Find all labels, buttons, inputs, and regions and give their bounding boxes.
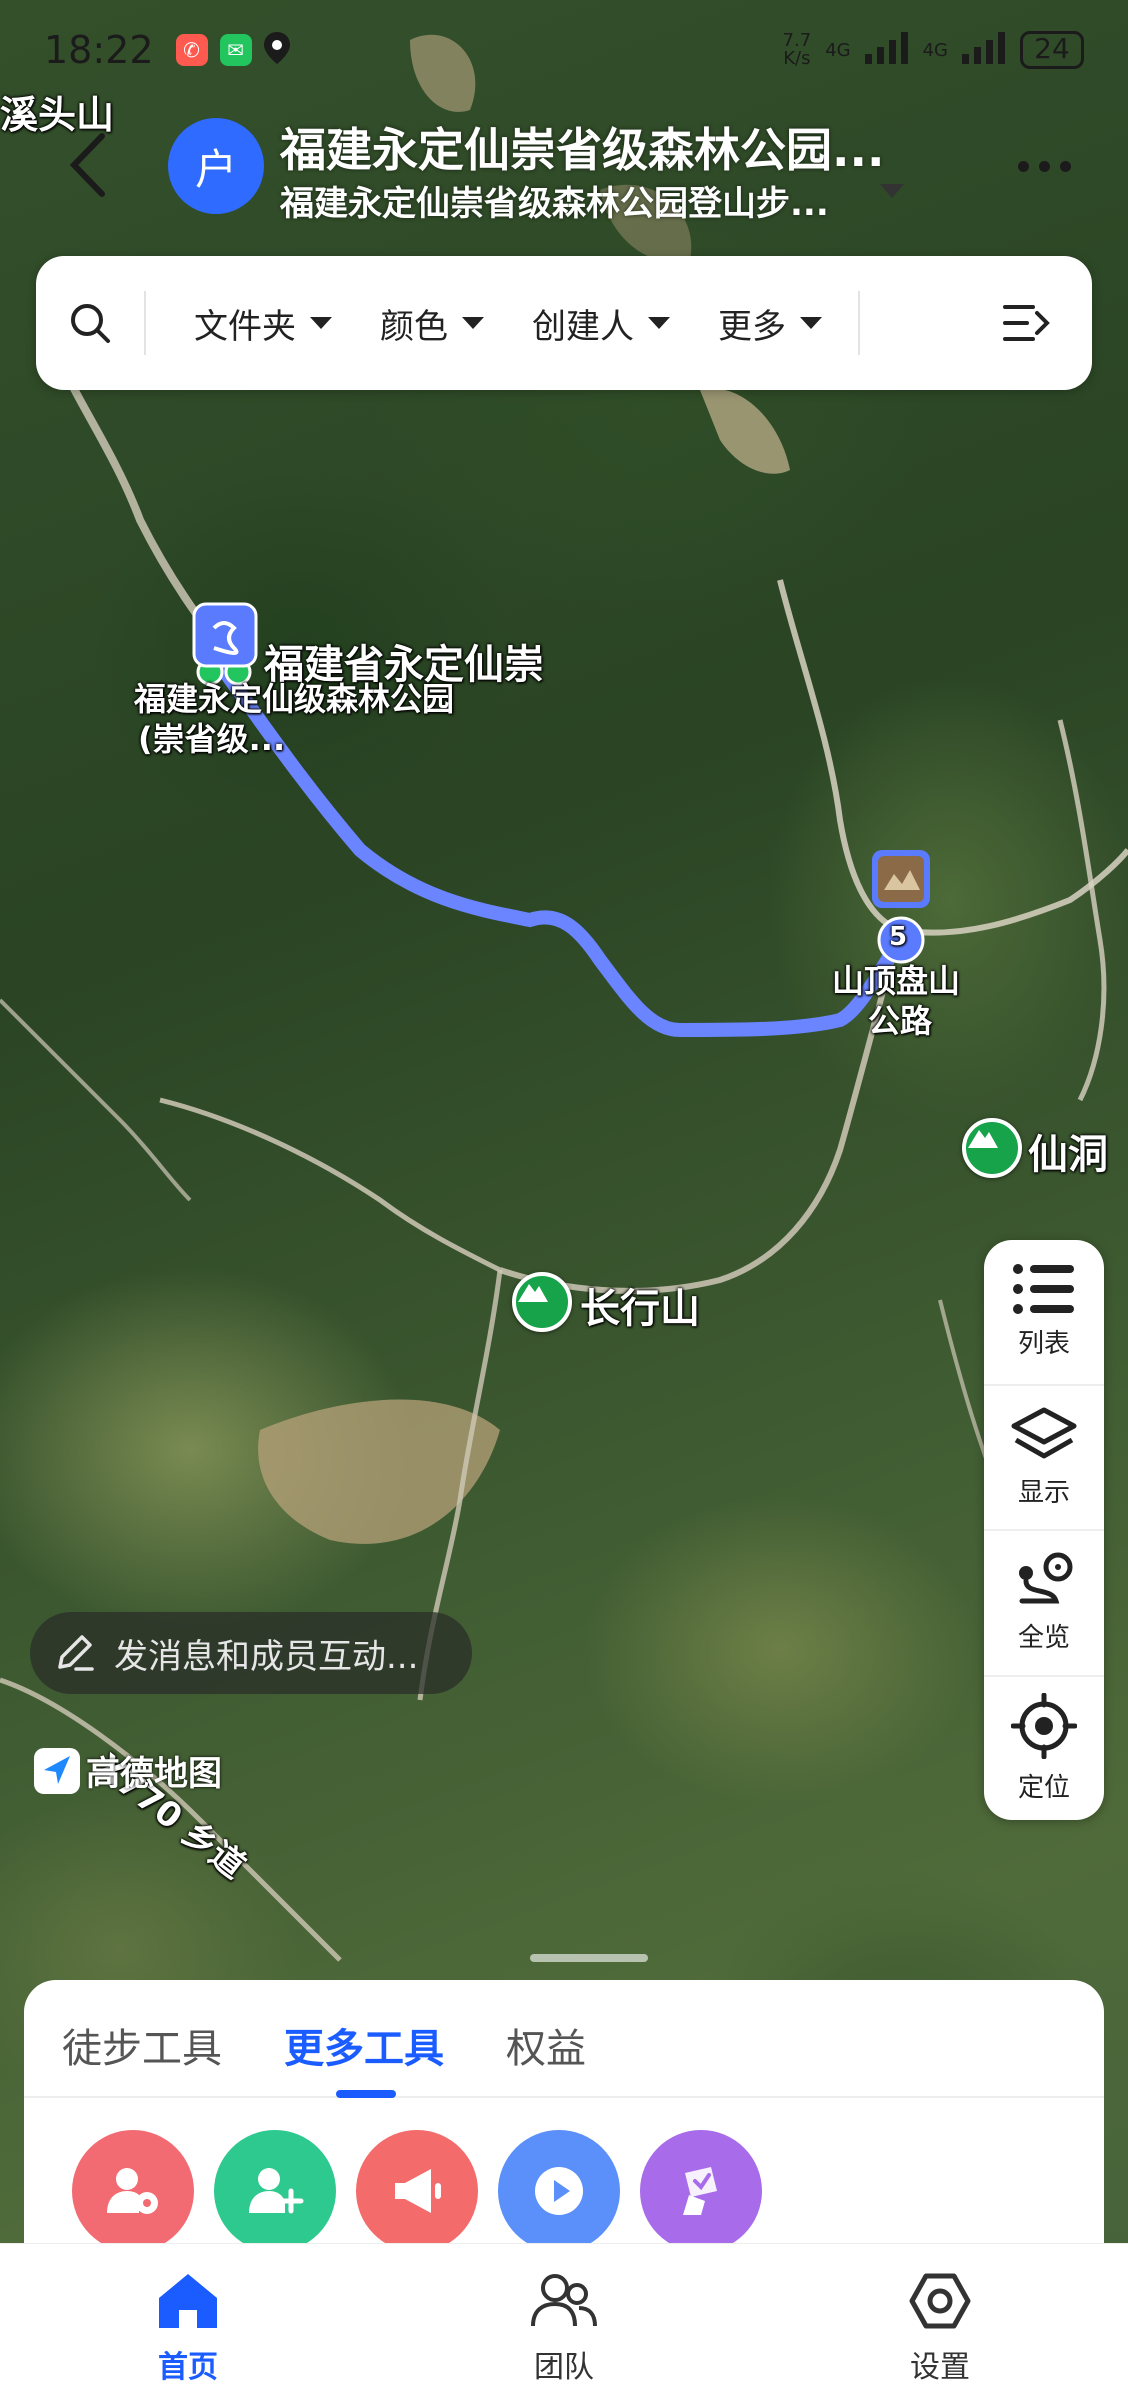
chevron-down-icon[interactable] [880,184,904,204]
bottom-nav: 首页 团队 设置 [0,2244,1128,2400]
signal-icon [962,31,1006,69]
chevron-down-icon [310,317,332,329]
overview-button[interactable]: 全览 [984,1531,1104,1677]
divider [858,291,860,355]
peak-label-changxingshan[interactable]: 长行山 [580,1276,700,1334]
checkin-button[interactable] [640,2130,762,2252]
add-user-icon [249,2168,304,2214]
tools-bottom-sheet: 徒步工具 更多工具 权益 [24,1954,1104,2280]
filter-folder[interactable]: 文件夹 [146,299,332,348]
status-bar: 18:22 ✆ ✉ 7.7 K/s 4G 4G 24 [0,0,1128,100]
nav-settings-label: 设置 [910,2350,970,2385]
nav-team[interactable]: 团队 [376,2244,752,2400]
team-icon [531,2274,597,2327]
waypoint-number: 5 [889,922,908,952]
add-member-button[interactable] [214,2130,336,2252]
hand-flag-icon [683,2167,717,2215]
sheet-drag-handle[interactable] [530,1954,648,1962]
overview-label: 全览 [1017,1623,1070,1654]
end-point-label-line1: 山顶盘山 [832,962,961,1000]
member-location-icon [107,2168,158,2214]
message-placeholder: 发消息和成员互动... [114,1636,419,1677]
nav-settings[interactable]: 设置 [752,2244,1128,2400]
tab-hiking-tools[interactable]: 徒步工具 [62,1980,222,2096]
network-type-2: 4G [922,39,948,61]
nav-home-label: 首页 [158,2350,218,2385]
settings-icon [909,2273,971,2329]
playback-button[interactable] [498,2130,620,2252]
end-point-label-line2: 公路 [868,1002,933,1040]
net-speed-unit: K/s [783,48,811,69]
network-type-1: 4G [825,39,851,61]
display-button[interactable]: 显示 [984,1386,1104,1531]
list-label: 列表 [1017,1329,1070,1360]
back-arrow-icon [69,133,105,197]
locate-label: 定位 [1017,1772,1070,1803]
tool-tabs: 徒步工具 更多工具 权益 [24,1980,1104,2098]
nav-team-label: 团队 [534,2350,594,2385]
amap-logo-icon [34,1747,80,1794]
filter-creator-label: 创建人 [532,306,634,347]
list-icon [1013,1264,1074,1315]
search-button[interactable] [36,256,144,390]
filter-folder-label: 文件夹 [194,306,296,347]
avatar[interactable]: 户 [168,118,264,214]
mountain-peak-icon[interactable] [512,1272,572,1332]
tab-benefits[interactable]: 权益 [506,1980,586,2096]
list-button[interactable]: 列表 [984,1240,1104,1386]
start-point-label-line2: (崇省级... [138,720,286,758]
chevron-down-icon [462,317,484,329]
wechat-icon: ✉ [219,34,252,66]
play-icon [535,2167,583,2215]
missed-call-icon: ✆ [175,34,208,66]
start-point-label-line1: 福建永定仙级森林公园 [134,680,455,718]
route-line[interactable] [218,665,907,1038]
nav-home[interactable]: 首页 [0,2244,376,2400]
search-icon [71,304,110,343]
map-tool-panel: 列表 显示 全览 定位 [984,1240,1104,1820]
chevron-down-icon [800,317,822,329]
megaphone-icon [395,2169,441,2213]
mountain-peak-icon[interactable] [962,1118,1022,1178]
route-overview-icon [1019,1552,1073,1604]
start-marker[interactable] [192,602,258,686]
filter-more[interactable]: 更多 [670,299,822,348]
list-collapse-icon [1003,305,1050,341]
signal-icon [864,31,909,69]
location-icon [263,32,290,68]
peak-label-xiandong[interactable]: 仙洞 [1028,1122,1108,1180]
battery-indicator: 24 [1020,31,1084,69]
more-options-button[interactable] [1004,146,1084,186]
display-label: 显示 [1017,1477,1070,1508]
message-input[interactable]: 发消息和成员互动... [30,1612,472,1694]
filter-more-label: 更多 [718,306,786,347]
locate-icon [1011,1692,1077,1759]
announcement-button[interactable] [356,2130,478,2252]
header: 户 福建永定仙崇省级森林公园... 福建永定仙崇省级森林公园登山步... [0,100,1128,250]
status-time: 18:22 [44,28,154,72]
home-icon [159,2274,217,2328]
tab-more-tools[interactable]: 更多工具 [284,1980,444,2098]
list-toggle-button[interactable] [962,303,1092,343]
back-button[interactable] [60,130,120,200]
page-title: 福建永定仙崇省级森林公园... [280,123,885,177]
filter-color[interactable]: 颜色 [332,299,484,348]
layers-icon [1011,1407,1077,1459]
filter-color-label: 颜色 [380,306,448,347]
locate-button[interactable]: 定位 [984,1677,1104,1821]
edit-icon [58,1635,94,1671]
amap-logo-text: 高德地图 [86,1754,222,1794]
page-subtitle[interactable]: 福建永定仙崇省级森林公园登山步... [280,176,829,225]
chevron-down-icon [648,317,670,329]
amap-logo: 高德地图 [34,1746,222,1795]
filter-bar: 文件夹 颜色 创建人 更多 [36,256,1092,390]
filter-creator[interactable]: 创建人 [484,299,670,348]
member-location-button[interactable] [72,2130,194,2252]
